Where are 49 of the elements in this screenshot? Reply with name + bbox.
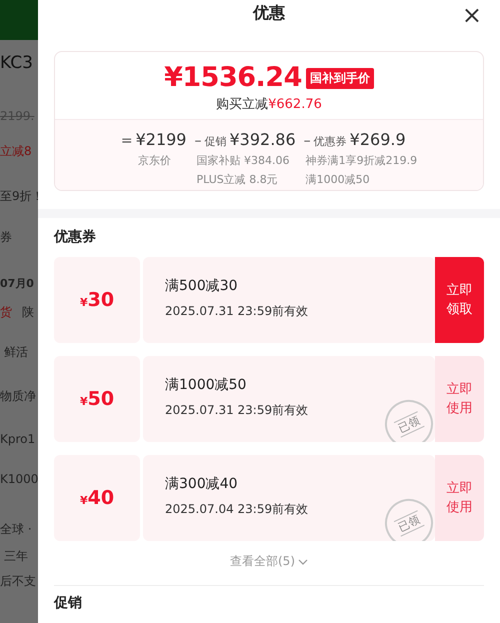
section-title: 促销: [54, 594, 83, 612]
page-text: 陕: [22, 304, 34, 320]
page-text: 鲜活: [4, 344, 28, 360]
page-text: 立减8: [0, 143, 32, 159]
price-amount: ¥2199: [136, 130, 186, 150]
final-price: ¥1536.24: [164, 62, 302, 94]
page-text: 三年: [4, 548, 28, 564]
operator-sign: =: [120, 133, 133, 150]
view-all-link[interactable]: 查看全部(5): [230, 553, 308, 570]
use-button[interactable]: 立即使用: [435, 455, 484, 542]
price-label: 促销: [204, 134, 226, 150]
page-text: Kpro1: [0, 431, 36, 447]
price-note: PLUS立减 8.8元: [195, 172, 278, 188]
page-text: 至9折！: [0, 188, 38, 204]
page-text: 货: [0, 304, 12, 320]
section-title: 优惠券: [54, 228, 97, 246]
page-text: 券: [0, 229, 12, 245]
sheet-title: 优惠: [253, 3, 285, 24]
coupon-amount: ¥30: [80, 289, 114, 312]
price-note: 满1000减50: [304, 172, 370, 188]
chevron-down-icon: [298, 558, 308, 565]
use-button[interactable]: 立即使用: [435, 356, 484, 442]
coupon-amount: ¥40: [80, 487, 114, 510]
page-text: 07月0: [0, 276, 34, 292]
price-amount: ¥392.86: [229, 130, 296, 150]
operator-sign: –: [304, 133, 311, 150]
price-note: 京东价: [137, 153, 172, 168]
price-note: 神券满1享9折减219.9: [304, 153, 418, 168]
coupon-validity: 2025.07.04 23:59前有效: [165, 501, 310, 518]
coupon-condition: 满1000减50: [165, 376, 248, 394]
coupon-condition: 满300减40: [165, 475, 239, 494]
price-note: 国家补贴 ¥384.06: [195, 153, 290, 168]
price-label: 优惠券: [314, 134, 347, 150]
page-text: 物质净: [0, 388, 36, 404]
page-text: 后不支: [0, 573, 36, 589]
coupon-amount: ¥50: [80, 388, 114, 410]
page-header-bar: [0, 0, 38, 40]
page-text: 全球 ·: [0, 521, 32, 537]
operator-sign: –: [194, 133, 202, 150]
coupon-condition: 满500减30: [165, 277, 239, 296]
close-button[interactable]: ×: [458, 2, 486, 28]
coupon-validity: 2025.07.31 23:59前有效: [165, 402, 310, 420]
page-text: K1000: [0, 471, 38, 487]
price-amount: ¥269.9: [350, 130, 406, 150]
coupon-validity: 2025.07.31 23:59前有效: [165, 303, 310, 320]
page-text: KC3: [0, 52, 33, 74]
price-badge: 国补到手价: [306, 68, 374, 89]
saving-text: 购买立减¥662.76: [216, 96, 322, 114]
claim-button[interactable]: 立即领取: [435, 257, 484, 344]
